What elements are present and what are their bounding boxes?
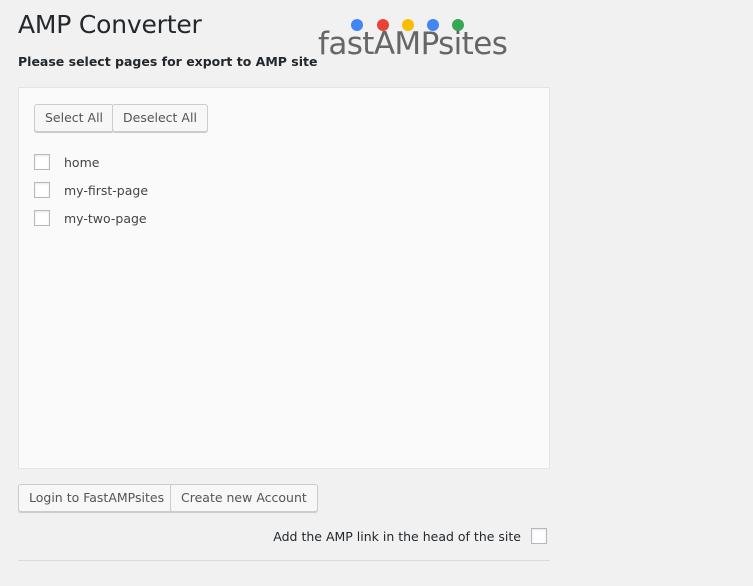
page-label: home bbox=[64, 154, 100, 170]
page-item: my-first-page bbox=[34, 176, 148, 204]
amp-link-option-label: Add the AMP link in the head of the site bbox=[273, 528, 521, 544]
amp-link-option: Add the AMP link in the head of the site bbox=[273, 528, 547, 544]
select-all-button[interactable]: Select All bbox=[34, 104, 115, 132]
page-label: my-two-page bbox=[64, 210, 147, 226]
page-checkbox[interactable] bbox=[34, 182, 50, 198]
page-selection-panel: Select All Deselect All home my-first-pa… bbox=[18, 87, 550, 469]
page-label: my-first-page bbox=[64, 182, 149, 198]
page-checkbox[interactable] bbox=[34, 210, 50, 226]
page-item: home bbox=[34, 148, 148, 176]
deselect-all-button[interactable]: Deselect All bbox=[112, 104, 208, 132]
login-button[interactable]: Login to FastAMPsites bbox=[18, 484, 176, 512]
page-list: home my-first-page my-two-page bbox=[34, 148, 148, 232]
fastampsites-logo: fastAMPsites bbox=[318, 18, 513, 66]
page-subtitle: Please select pages for export to AMP si… bbox=[18, 54, 318, 69]
page-title: AMP Converter bbox=[18, 10, 202, 39]
create-account-button[interactable]: Create new Account bbox=[170, 484, 318, 512]
divider bbox=[18, 560, 550, 561]
logo-text: fastAMPsites bbox=[318, 26, 508, 62]
page-checkbox[interactable] bbox=[34, 154, 50, 170]
page-item: my-two-page bbox=[34, 204, 148, 232]
amp-link-checkbox[interactable] bbox=[531, 528, 547, 544]
